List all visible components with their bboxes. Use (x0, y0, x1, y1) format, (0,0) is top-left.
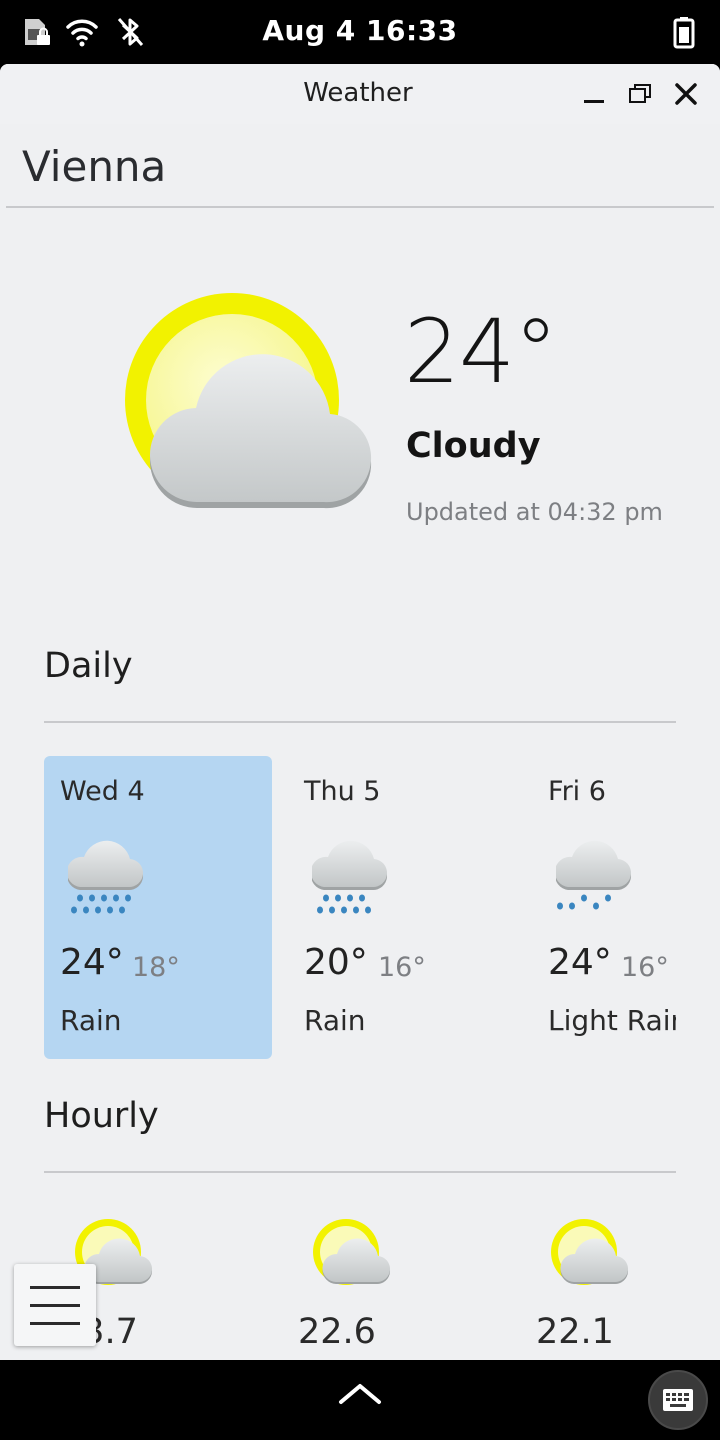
divider (44, 721, 676, 723)
status-clock: Aug 4 16:33 (262, 14, 458, 47)
day-description: Rain (60, 1004, 122, 1037)
day-low: 16° (621, 952, 669, 983)
city-name[interactable]: Vienna (22, 142, 166, 191)
maximize-icon[interactable] (622, 76, 658, 112)
divider (6, 206, 714, 208)
day-description: Light Rain (548, 1004, 676, 1037)
sun-behind-cloud-icon (550, 1218, 630, 1292)
hourly-temp: 22.6 (298, 1312, 376, 1352)
current-condition: Cloudy (406, 426, 541, 466)
day-card-thu[interactable]: Thu 5 20° 16° Rain (288, 756, 516, 1059)
day-name: Thu 5 (304, 776, 381, 807)
day-description: Rain (304, 1004, 366, 1037)
sun-behind-cloud-icon (118, 290, 378, 524)
day-card-fri[interactable]: Fri 6 24° 16° Light Rain (532, 756, 676, 1059)
hourly-temp: 22.1 (536, 1312, 614, 1352)
chevron-up-icon[interactable] (337, 1378, 383, 1408)
divider (44, 1171, 676, 1173)
keyboard-toggle-button[interactable] (648, 1370, 708, 1430)
day-high: 20° (304, 942, 368, 983)
status-bar: Aug 4 16:33 (0, 0, 720, 64)
day-high: 24° (548, 942, 612, 983)
day-low: 18° (132, 952, 180, 983)
day-name: Wed 4 (60, 776, 145, 807)
rain-icon (310, 840, 392, 920)
battery-icon (666, 14, 702, 50)
light-rain-icon (554, 840, 636, 920)
updated-time: Updated at 04:32 pm (406, 498, 663, 526)
current-temperature: 24° (404, 300, 558, 403)
hourly-heading: Hourly (44, 1096, 159, 1136)
menu-icon (30, 1285, 80, 1289)
weather-window: Weather Vienna 24° Cloudy Updated at 04:… (0, 64, 720, 1360)
rain-icon (66, 840, 148, 920)
window-titlebar[interactable]: Weather (0, 64, 720, 124)
close-icon[interactable] (668, 76, 704, 112)
sun-behind-cloud-icon (312, 1218, 392, 1292)
day-high: 24° (60, 942, 124, 983)
daily-heading: Daily (44, 646, 133, 686)
minimize-icon[interactable] (576, 76, 612, 112)
keyboard-icon (663, 1389, 693, 1411)
day-low: 16° (378, 952, 426, 983)
bottom-bar (0, 1360, 720, 1440)
day-name: Fri 6 (548, 776, 606, 807)
day-card-wed[interactable]: Wed 4 24° 18° Rain (44, 756, 272, 1059)
hamburger-menu-button[interactable] (14, 1264, 96, 1346)
